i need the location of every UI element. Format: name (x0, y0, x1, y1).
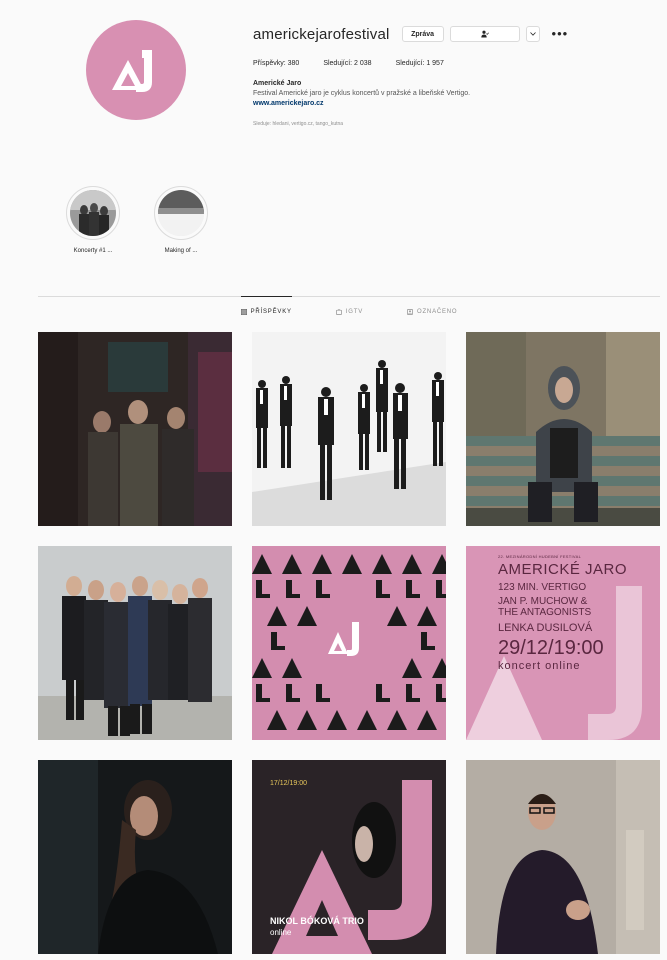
grid-icon (240, 309, 247, 315)
tab-posts[interactable]: PŘÍSPĚVKY (240, 296, 292, 315)
post-thumbnail[interactable] (252, 332, 446, 526)
post-thumbnail[interactable] (38, 332, 232, 526)
bio-name: Americké Jaro (253, 80, 302, 87)
more-options-icon[interactable]: ••• (552, 26, 569, 42)
tv-icon (335, 309, 342, 315)
post-thumbnail[interactable]: 22. MEZINÁRODNÍ HUDEBNÍ FESTIVAL AMERICK… (466, 546, 660, 740)
suggested-dropdown-button[interactable] (525, 26, 540, 42)
highlight-ring (66, 186, 120, 240)
band-photo-image (38, 332, 232, 526)
story-highlights: Koncerty #1 ... Making of ... (58, 186, 234, 254)
poster-online: online (270, 928, 292, 937)
highlight-item[interactable]: Making of ... (146, 186, 216, 254)
post-thumbnail[interactable] (38, 546, 232, 740)
artist-photo-image (466, 760, 660, 954)
chevron-down-icon (529, 32, 536, 36)
profile-stats: Příspěvky: 380 Sledující: 2 038 Sledujíc… (253, 60, 653, 67)
highlight-label: Making of ... (164, 248, 198, 254)
profile-info: americkejarofestival Zpráva ••• Příspěvk… (253, 25, 653, 128)
profile-bio: Americké Jaro Festival Americké jaro je … (253, 79, 653, 109)
poster-date: 29/12/19:00 (498, 637, 604, 659)
poster-artist: NIKOL BÓKOVÁ TRIO (270, 916, 364, 926)
following-button[interactable] (449, 26, 520, 42)
person-check-icon (480, 30, 489, 38)
post-thumbnail[interactable] (38, 760, 232, 954)
post-thumbnail[interactable] (252, 546, 446, 740)
post-thumbnail[interactable] (466, 332, 660, 526)
artist-photo-image (466, 332, 660, 526)
poster-artist-3: LENKA DUSILOVÁ (498, 622, 593, 634)
bio-description: Festival Americké jaro je cyklus koncert… (253, 90, 471, 97)
tab-igtv[interactable]: IGTV (335, 297, 363, 315)
poster-venue: 123 MIN. VERTIGO (498, 582, 587, 593)
tab-tagged[interactable]: OZNAČENO (407, 297, 457, 315)
poster-artist-2: THE ANTAGONISTS (498, 607, 592, 618)
highlight-thumbnail (158, 190, 204, 236)
followed-by-text[interactable]: Sleduje: hledani, vertigo.cz, tango_kutn… (253, 121, 653, 127)
profile-username: americkejarofestival (253, 25, 390, 43)
highlight-ring (154, 186, 208, 240)
tab-tagged-label: OZNAČENO (417, 309, 458, 315)
bio-website-link[interactable]: www.americkejaro.cz (253, 99, 653, 109)
profile-avatar[interactable] (86, 20, 186, 120)
aj-pattern-image (252, 546, 446, 740)
poster-date: 17/12/19:00 (270, 780, 307, 787)
posts-count: Příspěvky: 380 (253, 60, 300, 67)
following-count[interactable]: Sledující: 1 957 (396, 60, 444, 67)
aj-logo-icon (112, 50, 152, 92)
poster-title: AMERICKÉ JARO (498, 561, 628, 578)
highlight-label: Koncerty #1 ... (73, 248, 113, 254)
poster-online: koncert online (498, 660, 581, 672)
tag-person-icon (407, 309, 413, 315)
band-photo-image (252, 332, 446, 526)
post-thumbnail[interactable]: 17/12/19:00 NIKOL BÓKOVÁ TRIO online (252, 760, 446, 954)
highlight-thumbnail (70, 190, 116, 236)
poster-festival-line: 22. MEZINÁRODNÍ HUDEBNÍ FESTIVAL (498, 554, 582, 559)
followers-count[interactable]: Sledující: 2 038 (323, 60, 371, 67)
tab-posts-label: PŘÍSPĚVKY (250, 309, 292, 315)
post-thumbnail[interactable] (466, 760, 660, 954)
posts-grid: 22. MEZINÁRODNÍ HUDEBNÍ FESTIVAL AMERICK… (38, 332, 660, 954)
poster-artist-1: JAN P. MUCHOW & (498, 596, 588, 607)
message-button[interactable]: Zpráva (401, 26, 444, 42)
band-photo-image (38, 546, 232, 740)
tab-igtv-label: IGTV (345, 309, 363, 315)
highlight-item[interactable]: Koncerty #1 ... (58, 186, 128, 254)
profile-tabs: PŘÍSPĚVKY IGTV OZNAČENO (38, 296, 660, 315)
artist-photo-image (38, 760, 232, 954)
